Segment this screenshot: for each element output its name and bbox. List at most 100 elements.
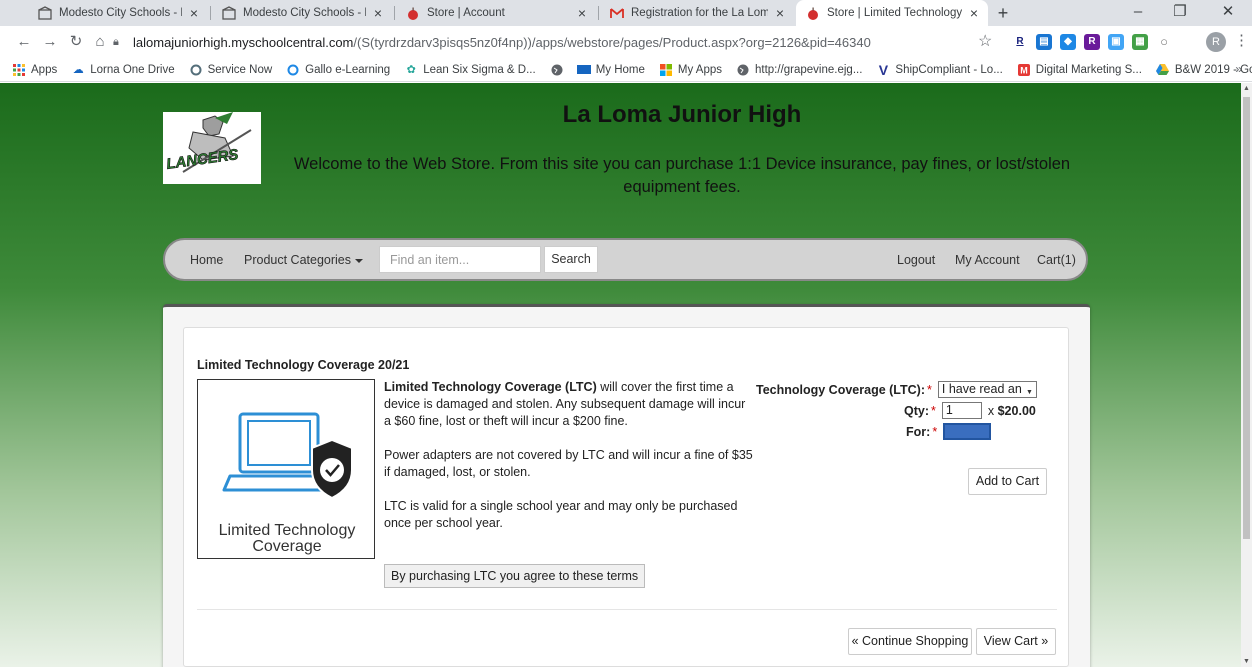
extension-icon[interactable]: ◆ — [1060, 34, 1076, 50]
bookmark-globe[interactable] — [550, 63, 569, 77]
scrollbar[interactable]: ▲ ▼ — [1241, 83, 1252, 667]
close-icon[interactable]: × — [186, 5, 202, 21]
extension-icon[interactable]: ▦ — [1132, 34, 1148, 50]
product-panel: Limited Technology Coverage 20/21 Limite… — [183, 327, 1069, 667]
reload-icon[interactable]: ↻ — [64, 30, 88, 54]
continue-shopping-button[interactable]: « Continue Shopping — [848, 628, 972, 655]
sap-icon — [576, 63, 591, 77]
nav-product-categories[interactable]: Product Categories — [244, 253, 364, 267]
forward-arrow-icon[interactable]: → — [38, 30, 62, 54]
tab-separator — [210, 6, 211, 20]
minimize-icon[interactable]: – — [1118, 0, 1158, 26]
bookmark-shipcompliant[interactable]: V ShipCompliant - Lo... — [876, 61, 1003, 78]
bookmark-star-icon[interactable]: ☆ — [978, 31, 992, 51]
qty-row: Qty: * 1 x $20.00 — [904, 402, 1036, 419]
tab-modesto-parents-1[interactable]: Modesto City Schools - Parents × — [28, 0, 208, 26]
bookmark-digital-marketing[interactable]: M Digital Marketing S... — [1017, 63, 1142, 77]
extension-icon[interactable]: ▣ — [1108, 34, 1124, 50]
tab-separator — [394, 6, 395, 20]
for-row: For: * — [906, 423, 992, 440]
restore-icon[interactable]: ❐ — [1160, 0, 1200, 26]
tab-store-account[interactable]: Store | Account × — [396, 0, 596, 26]
description-paragraph: LTC is valid for a single school year an… — [384, 499, 738, 530]
url-field[interactable]: 🔒︎ lalomajuniorhigh.myschoolcentral.com /… — [113, 30, 1013, 54]
ltc-agreement-select[interactable]: I have read an ▼ — [937, 381, 1037, 398]
more-bookmarks-icon[interactable]: » — [1235, 62, 1242, 76]
extension-icon[interactable]: R — [1084, 34, 1100, 50]
bookmark-grapevine[interactable]: http://grapevine.ejg... — [736, 63, 862, 77]
close-icon[interactable]: × — [574, 5, 590, 21]
bookmark-onedrive[interactable]: ☁ Lorna One Drive — [71, 63, 175, 77]
tab-registration[interactable]: Registration for the La Loma Juni × — [600, 0, 794, 26]
terms-button[interactable]: By purchasing LTC you agree to these ter… — [384, 564, 646, 588]
for-label: For: — [906, 424, 931, 439]
qty-input[interactable]: 1 — [941, 402, 982, 419]
school-logo: LANCERS — [163, 112, 261, 184]
bookmark-label: Service Now — [207, 63, 273, 76]
tab-limited-technology-coverage[interactable]: Store | Limited Technology Cover × — [796, 0, 988, 26]
extension-icon[interactable]: R — [1012, 34, 1028, 50]
site-title: La Loma Junior High — [562, 101, 802, 128]
bookmark-gallo-elearning[interactable]: Gallo e-Learning — [286, 63, 390, 77]
bookmark-my-apps[interactable]: My Apps — [659, 63, 722, 77]
nav-cart[interactable]: Cart(1) — [1037, 253, 1076, 267]
close-icon[interactable]: × — [772, 5, 788, 21]
tab-title: Registration for the La Loma Juni — [631, 7, 768, 19]
extension-icon[interactable]: ▤ — [1036, 34, 1052, 50]
search-input[interactable] — [379, 246, 541, 273]
bookmark-lean-six-sigma[interactable]: ✿ Lean Six Sigma & D... — [404, 63, 536, 77]
select-value: I have read an — [941, 382, 1022, 396]
close-icon[interactable]: × — [966, 5, 982, 21]
page-viewport: LANCERS La Loma Junior High Welcome to t… — [0, 83, 1252, 667]
bookmark-my-home[interactable]: My Home — [576, 63, 645, 77]
image-caption-line1: Limited Technology — [219, 522, 356, 539]
tab-separator — [598, 6, 599, 20]
scroll-down-icon[interactable]: ▼ — [1241, 658, 1252, 665]
close-window-icon[interactable]: ✕ — [1208, 0, 1248, 26]
nav-logout[interactable]: Logout — [897, 253, 935, 267]
required-marker: * — [932, 424, 938, 439]
apple-icon — [406, 6, 420, 20]
product-title: Limited Technology Coverage 20/21 — [197, 358, 410, 372]
search-button[interactable]: Search — [544, 246, 598, 273]
url-path: /(S(tyrdrzdarv3pisqs5nz0f4np))/apps/webs… — [353, 34, 871, 50]
close-icon[interactable]: × — [370, 5, 386, 21]
v-icon: V — [878, 61, 889, 78]
nav-home[interactable]: Home — [190, 253, 223, 267]
extension-icon[interactable]: ○ — [1156, 34, 1172, 50]
price-text: x $20.00 — [988, 404, 1036, 418]
gmail-icon — [610, 6, 624, 20]
bookmark-label: Digital Marketing S... — [1035, 63, 1142, 76]
scroll-up-icon[interactable]: ▲ — [1241, 85, 1252, 92]
back-arrow-icon[interactable]: ← — [12, 30, 36, 54]
bookmark-label: My Apps — [677, 63, 722, 76]
new-tab-icon[interactable]: + — [992, 2, 1014, 24]
nav-my-account[interactable]: My Account — [955, 253, 1020, 267]
home-icon[interactable]: ⌂ — [88, 30, 112, 54]
nav-label: Product Categories — [244, 253, 352, 267]
divider — [197, 609, 1057, 610]
apple-icon — [806, 6, 820, 20]
bookmarks-bar: Apps ☁ Lorna One Drive Service Now Gallo… — [0, 58, 1252, 82]
for-student-select[interactable] — [943, 423, 992, 440]
menu-icon[interactable]: ⋮ — [1234, 31, 1249, 49]
view-cart-button[interactable]: View Cart » — [976, 628, 1056, 655]
tab-title: Modesto City Schools - Parents — [243, 7, 366, 19]
add-to-cart-button[interactable]: Add to Cart — [968, 468, 1047, 495]
profile-avatar[interactable]: R — [1206, 32, 1226, 52]
scrollbar-thumb[interactable] — [1243, 97, 1250, 539]
image-caption-line2: Coverage — [252, 538, 321, 555]
globe-icon — [550, 63, 564, 77]
bookmark-service-now[interactable]: Service Now — [189, 63, 273, 77]
tab-modesto-parents-2[interactable]: Modesto City Schools - Parents × — [212, 0, 392, 26]
description-paragraph: Limited Technology Coverage (LTC) will c… — [384, 379, 754, 430]
bookmark-label: ShipCompliant - Lo... — [895, 63, 1003, 76]
leaf-icon: ✿ — [406, 64, 416, 76]
option-label: Technology Coverage (LTC): — [756, 382, 925, 397]
school-icon — [38, 6, 52, 20]
tab-title: Store | Limited Technology Cover — [827, 7, 962, 19]
windows-icon — [659, 63, 673, 77]
bookmark-apps[interactable]: Apps — [12, 63, 57, 77]
m-icon: M — [1017, 63, 1031, 77]
qty-label: Qty: — [904, 403, 929, 418]
